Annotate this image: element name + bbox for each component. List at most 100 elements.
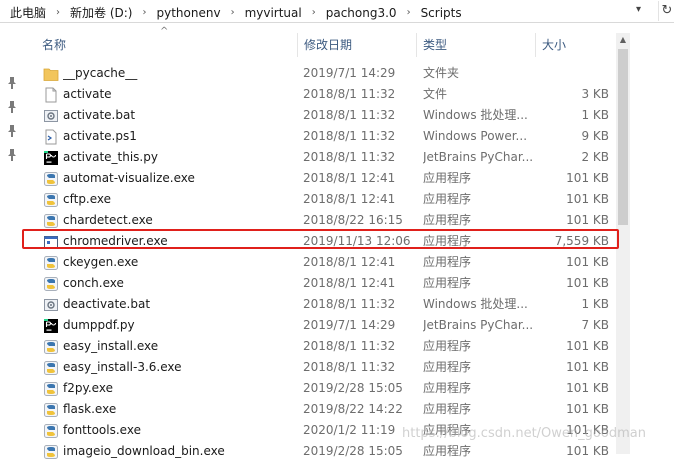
breadcrumb-item[interactable]: 新加卷 (D:) — [68, 4, 134, 21]
file-type: JetBrains PyChar... — [423, 318, 534, 332]
chevron-right-icon[interactable]: › — [48, 7, 68, 18]
scrollbar-thumb[interactable] — [618, 49, 628, 225]
chevron-right-icon[interactable]: › — [399, 7, 419, 18]
file-size: 3 KB — [581, 87, 609, 101]
file-modified-date: 2018/8/1 11:32 — [303, 297, 396, 311]
chevron-down-icon[interactable]: ▾ — [636, 4, 641, 15]
file-row-easy-install-exe[interactable]: easy_install.exe 2018/8/1 11:32 应用程序 101 KB — [22, 336, 616, 357]
file-type: 应用程序 — [423, 255, 472, 269]
file-name: flask.exe — [63, 402, 117, 416]
python-exe-icon — [43, 339, 59, 355]
breadcrumb-item[interactable]: pythonenv — [154, 6, 222, 20]
file-size: 1 KB — [581, 108, 609, 122]
file-row-automat-visualize-exe[interactable]: automat-visualize.exe 2018/8/1 12:41 应用程序 1… — [22, 168, 616, 189]
file-name: easy_install.exe — [63, 339, 159, 353]
file-modified-date: 2019/7/1 14:29 — [303, 66, 396, 80]
file-row-deactivate-bat[interactable]: deactivate.bat 2018/8/1 11:32 Windows 批处理.… — [22, 294, 616, 315]
file-row-easy-install-3-6-exe[interactable]: easy_install-3.6.exe 2018/8/1 11:32 应用程序 10… — [22, 357, 616, 378]
python-exe-icon — [43, 360, 59, 376]
chevron-right-icon[interactable]: › — [223, 7, 243, 18]
file-modified-date: 2018/8/1 11:32 — [303, 339, 396, 353]
breadcrumb-item[interactable]: myvirtual — [243, 6, 304, 20]
file-row-pycache[interactable]: __pycache__ 2019/7/1 14:29 文件夹 — [22, 63, 616, 84]
file-size: 101 KB — [566, 402, 609, 416]
file-row-ckeygen-exe[interactable]: ckeygen.exe 2018/8/1 12:41 应用程序 101 KB — [22, 252, 616, 273]
file-size — [537, 63, 609, 84]
file-type: 应用程序 — [423, 360, 472, 374]
breadcrumb-item[interactable]: pachong3.0 — [324, 6, 399, 20]
file-name: easy_install-3.6.exe — [63, 360, 182, 374]
python-exe-icon — [43, 276, 59, 292]
chevron-right-icon[interactable]: › — [304, 7, 324, 18]
file-name: activate — [63, 87, 112, 101]
file-size: 101 KB — [566, 360, 609, 374]
powershell-file-icon — [43, 129, 59, 145]
file-size: 1 KB — [581, 297, 609, 311]
pin-icon[interactable] — [7, 125, 17, 137]
file-type: 应用程序 — [423, 444, 472, 458]
navigation-pane[interactable] — [0, 23, 22, 454]
file-name: f2py.exe — [63, 381, 113, 395]
exe-window-icon — [43, 234, 59, 250]
file-name: cftp.exe — [63, 192, 112, 206]
file-size: 101 KB — [566, 339, 609, 353]
details-pane-edge — [630, 23, 674, 454]
file-modified-date: 2019/2/28 15:05 — [303, 381, 403, 395]
file-type: Windows 批处理... — [423, 297, 528, 311]
file-row-chromedriver-exe[interactable]: chromedriver.exe 2019/11/13 12:06 应用程序 7,55… — [22, 231, 616, 252]
file-row-imageio-download-bin-exe[interactable]: imageio_download_bin.exe 2019/2/28 15:05 应… — [22, 441, 616, 462]
breadcrumb-item[interactable]: 此电脑 — [8, 4, 48, 21]
folder-icon — [43, 66, 59, 82]
file-size: 101 KB — [566, 381, 609, 395]
file-name: activate_this.py — [63, 150, 158, 164]
file-row-activate-bat[interactable]: activate.bat 2018/8/1 11:32 Windows 批处理...… — [22, 105, 616, 126]
column-type-header[interactable]: 类型 — [417, 33, 535, 57]
file-size: 101 KB — [566, 276, 609, 290]
column-date-header[interactable]: 修改日期 — [298, 33, 416, 57]
refresh-icon[interactable]: ↻ — [658, 1, 674, 21]
pin-icon[interactable] — [7, 101, 17, 113]
file-type: 应用程序 — [423, 402, 472, 416]
vertical-scrollbar[interactable]: ▲ — [616, 33, 630, 454]
file-type: Windows 批处理... — [423, 108, 528, 122]
python-exe-icon — [43, 381, 59, 397]
file-row-cftp-exe[interactable]: cftp.exe 2018/8/1 12:41 应用程序 101 KB — [22, 189, 616, 210]
column-name-header[interactable]: 名称 — [36, 33, 297, 57]
python-exe-icon — [43, 171, 59, 187]
batch-file-icon — [43, 297, 59, 313]
column-header: 名称 修改日期 类型 大小 — [22, 33, 616, 57]
file-name: conch.exe — [63, 276, 124, 290]
chevron-right-icon[interactable]: › — [134, 7, 154, 18]
python-exe-icon — [43, 255, 59, 271]
file-modified-date: 2018/8/1 12:41 — [303, 276, 396, 290]
pin-icon[interactable] — [7, 149, 17, 161]
file-row-chardetect-exe[interactable]: chardetect.exe 2018/8/22 16:15 应用程序 101 KB — [22, 210, 616, 231]
scroll-up-arrow-icon[interactable]: ▲ — [616, 33, 630, 47]
file-row-activate-this-py[interactable]: activate_this.py 2018/8/1 11:32 JetBrains … — [22, 147, 616, 168]
file-icon — [43, 87, 59, 103]
file-name: imageio_download_bin.exe — [63, 444, 225, 458]
pin-icon[interactable] — [7, 77, 17, 89]
file-modified-date: 2018/8/1 12:41 — [303, 192, 396, 206]
file-name: activate.ps1 — [63, 129, 137, 143]
file-modified-date: 2018/8/1 11:32 — [303, 87, 396, 101]
pycharm-file-icon — [43, 150, 59, 166]
file-row-f2py-exe[interactable]: f2py.exe 2019/2/28 15:05 应用程序 101 KB — [22, 378, 616, 399]
file-name: chromedriver.exe — [63, 234, 168, 248]
breadcrumb: 此电脑 › 新加卷 (D:) › pythonenv › myvirtual › pac… — [8, 4, 464, 21]
file-modified-date: 2018/8/1 12:41 — [303, 171, 396, 185]
file-row-conch-exe[interactable]: conch.exe 2018/8/1 12:41 应用程序 101 KB — [22, 273, 616, 294]
address-bar[interactable]: 此电脑 › 新加卷 (D:) › pythonenv › myvirtual › pac… — [0, 0, 674, 23]
file-modified-date: 2019/7/1 14:29 — [303, 318, 396, 332]
file-modified-date: 2020/1/2 11:19 — [303, 423, 396, 437]
file-modified-date: 2019/2/28 15:05 — [303, 444, 403, 458]
file-type: 文件 — [423, 87, 448, 101]
file-row-activate-ps1[interactable]: activate.ps1 2018/8/1 11:32 Windows Power.… — [22, 126, 616, 147]
column-size-header[interactable]: 大小 — [536, 33, 616, 57]
breadcrumb-item[interactable]: Scripts — [419, 6, 464, 20]
file-modified-date: 2018/8/1 11:32 — [303, 150, 396, 164]
file-row-dumppdf-py[interactable]: dumppdf.py 2019/7/1 14:29 JetBrains PyChar… — [22, 315, 616, 336]
file-row-activate[interactable]: activate 2018/8/1 11:32 文件 3 KB — [22, 84, 616, 105]
file-row-flask-exe[interactable]: flask.exe 2019/8/22 14:22 应用程序 101 KB — [22, 399, 616, 420]
file-size: 101 KB — [566, 255, 609, 269]
